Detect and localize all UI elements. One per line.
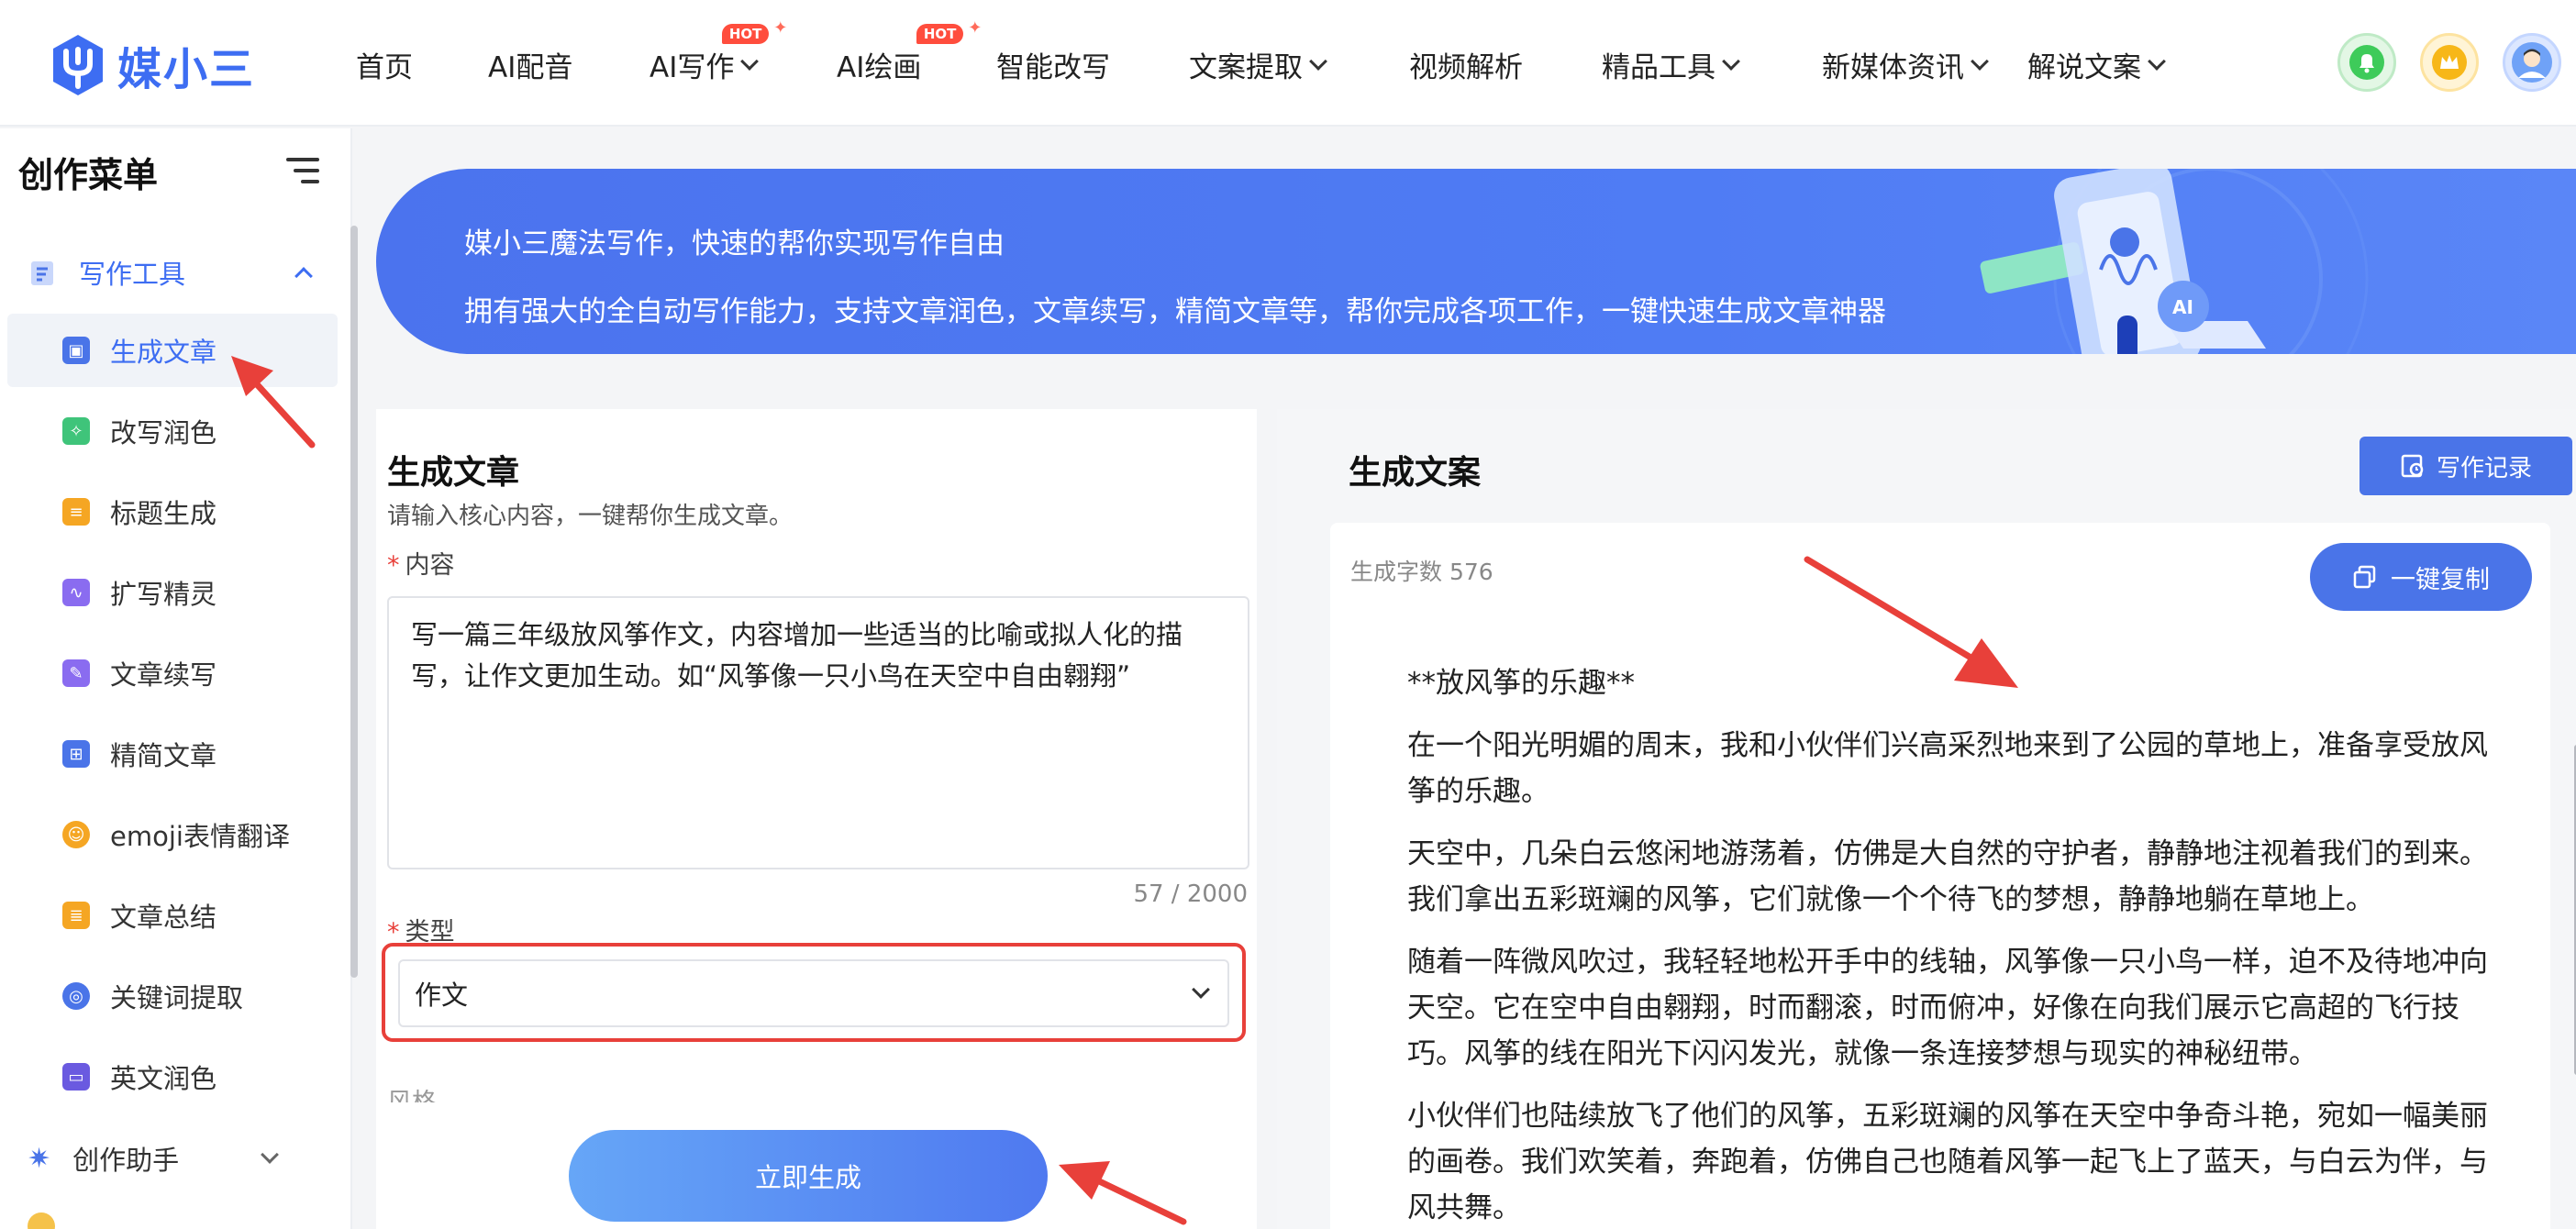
- brand-logo[interactable]: 媒小三: [50, 31, 275, 99]
- result-panel: 生成文案 写作记录 生成字数 576 一键复制 **放风筝的乐趣** 在一个阳光…: [1277, 409, 2576, 1229]
- nav-ai-painting[interactable]: AI绘画 HOT ✦: [837, 18, 982, 85]
- summary-icon: ≣: [62, 902, 90, 929]
- sidebar-item-english-polish[interactable]: ▭ 英文润色: [7, 1040, 338, 1113]
- style-label: 风格: [387, 1082, 437, 1102]
- emoji-icon: ☺: [62, 821, 90, 848]
- chevron-up-icon: [294, 267, 313, 285]
- nav-home[interactable]: 首页: [356, 44, 413, 85]
- sidebar-group-creation-assistant[interactable]: ✷ 创作助手: [28, 1139, 280, 1178]
- generate-button[interactable]: 立即生成: [569, 1130, 1048, 1222]
- chevron-down-icon: [1971, 51, 1989, 71]
- writing-tools-icon: [31, 261, 53, 285]
- top-header: 媒小三 首页 AI配音 AI写作 HOT ✦ AI绘画 HOT ✦ 智能改写 文…: [0, 0, 2576, 127]
- nav-video-parse[interactable]: 视频解析: [1409, 44, 1523, 85]
- char-counter: 57 / 2000: [1133, 880, 1248, 908]
- sidebar-item-generate-article[interactable]: ▣ 生成文章: [7, 314, 338, 387]
- sparkle-icon: ✦: [773, 18, 788, 38]
- article-paragraph: 小伙伴们也陆续放飞了他们的风筝，五彩斑斓的风筝在天空中争奇斗艳，宛如一幅美丽的画…: [1407, 1100, 2488, 1224]
- nav-smart-rewrite[interactable]: 智能改写: [996, 44, 1110, 85]
- bell-icon: [2349, 45, 2384, 80]
- result-card: 生成字数 576 一键复制 **放风筝的乐趣** 在一个阳光明媚的周末，我和小伙…: [1330, 523, 2576, 1229]
- notification-button[interactable]: [2337, 33, 2396, 92]
- word-count: 生成字数 576: [1350, 559, 1493, 585]
- article-paragraph: 随着一阵微风吹过，我轻轻地松开手中的线轴，风筝像一只小鸟一样，迫不及待地冲向天空…: [1407, 946, 2488, 1070]
- keyword-icon: ◎: [62, 982, 90, 1010]
- content-textarea[interactable]: 写一篇三年级放风筝作文，内容增加一些适当的比喻或拟人化的描写，让作文更加生动。如…: [387, 596, 1249, 869]
- sidebar-item-emoji-translate[interactable]: ☺ emoji表情翻译: [7, 798, 338, 871]
- chevron-down-icon: [261, 1146, 280, 1164]
- generate-icon: ▣: [62, 337, 90, 364]
- sidebar-scrollbar[interactable]: [350, 226, 358, 978]
- logo-text: 媒小三: [117, 44, 256, 95]
- banner-description: 拥有强大的全自动写作能力，支持文章润色，文章续写，精简文章等，帮你完成各项工作，…: [464, 295, 1886, 328]
- copy-icon: [2353, 565, 2376, 589]
- nav-media-news[interactable]: 新媒体资讯: [1822, 44, 1989, 85]
- chevron-down-icon: [1192, 980, 1210, 999]
- form-subtitle: 请输入核心内容，一键帮你生成文章。: [387, 503, 794, 530]
- continue-icon: ✎: [62, 659, 90, 687]
- sidebar-item-expand-writing[interactable]: ∿ 扩写精灵: [7, 556, 338, 629]
- article-heading: **放风筝的乐趣**: [1407, 667, 1635, 700]
- logo-icon: [53, 35, 103, 95]
- menu-collapse-icon[interactable]: [286, 158, 319, 185]
- vip-button[interactable]: [2420, 33, 2479, 92]
- svg-text:AI: AI: [2172, 296, 2193, 318]
- english-icon: ▭: [62, 1063, 90, 1091]
- hot-badge: HOT: [721, 24, 770, 44]
- article-paragraph: 在一个阳光明媚的周末，我和小伙伴们兴高采烈地来到了公园的草地上，准备享受放风筝的…: [1407, 729, 2488, 808]
- nav-ai-voice[interactable]: AI配音: [488, 44, 572, 85]
- generated-article: **放风筝的乐趣** 在一个阳光明媚的周末，我和小伙伴们兴高采烈地来到了公园的草…: [1407, 660, 2490, 1229]
- generate-form-panel: 生成文章 请输入核心内容，一键帮你生成文章。 * 内容 写一篇三年级放风筝作文，内…: [376, 409, 1257, 1229]
- nav-copy-extract[interactable]: 文案提取: [1189, 44, 1327, 85]
- nav-ai-writing[interactable]: AI写作 HOT ✦: [650, 18, 787, 85]
- type-select[interactable]: 作文: [398, 959, 1229, 1027]
- avatar-icon: [2512, 42, 2552, 83]
- result-title: 生成文案: [1349, 454, 1482, 492]
- sidebar-item-simplify-article[interactable]: ⊞ 精简文章: [7, 717, 338, 791]
- title-icon: ≡: [62, 498, 90, 526]
- sidebar-title: 创作菜单: [18, 155, 159, 195]
- expand-icon: ∿: [62, 579, 90, 606]
- hot-badge: HOT: [916, 24, 964, 44]
- copy-all-button[interactable]: 一键复制: [2310, 543, 2532, 611]
- avatar[interactable]: [2503, 33, 2561, 92]
- form-title: 生成文章: [387, 454, 520, 492]
- article-paragraph: 天空中，几朵白云悠闲地游荡着，仿佛是大自然的守护者，静静地注视着我们的到来。我们…: [1407, 837, 2488, 916]
- writing-history-button[interactable]: 写作记录: [2359, 437, 2572, 495]
- sparkle-icon: ✦: [968, 18, 983, 38]
- sidebar-item-keyword-extract[interactable]: ◎ 关键词提取: [7, 959, 338, 1033]
- chevron-down-icon: [1722, 51, 1740, 71]
- sidebar-item-article-summary[interactable]: ≣ 文章总结: [7, 879, 338, 952]
- star-icon: ✷: [28, 1142, 51, 1175]
- chevron-down-icon: [2148, 51, 2166, 71]
- history-icon: [2401, 454, 2424, 478]
- chevron-down-icon: [1309, 51, 1327, 71]
- rewrite-icon: ✧: [62, 417, 90, 445]
- sidebar-group-writing-tools[interactable]: 写作工具: [28, 253, 313, 292]
- sidebar-item-rewrite-polish[interactable]: ✧ 改写润色: [7, 394, 338, 468]
- nav-premium-tools[interactable]: 精品工具: [1602, 44, 1740, 85]
- sidebar-item-continue-article[interactable]: ✎ 文章续写: [7, 637, 338, 710]
- type-select-highlight: 作文: [382, 943, 1246, 1042]
- crown-icon: [2432, 45, 2467, 80]
- banner-headline: 媒小三魔法写作，快速的帮你实现写作自由: [464, 227, 1005, 260]
- hero-banner: 媒小三魔法写作，快速的帮你实现写作自由 拥有强大的全自动写作能力，支持文章润色，…: [376, 169, 2576, 354]
- content-label: * 内容: [387, 551, 455, 580]
- simplify-icon: ⊞: [62, 740, 90, 768]
- sidebar-item-title-generate[interactable]: ≡ 标题生成: [7, 475, 338, 548]
- nav-commentary-copy[interactable]: 解说文案: [2027, 44, 2166, 85]
- chevron-down-icon: [740, 51, 760, 71]
- ai-microphone-illustration-icon: AI: [1980, 169, 2369, 354]
